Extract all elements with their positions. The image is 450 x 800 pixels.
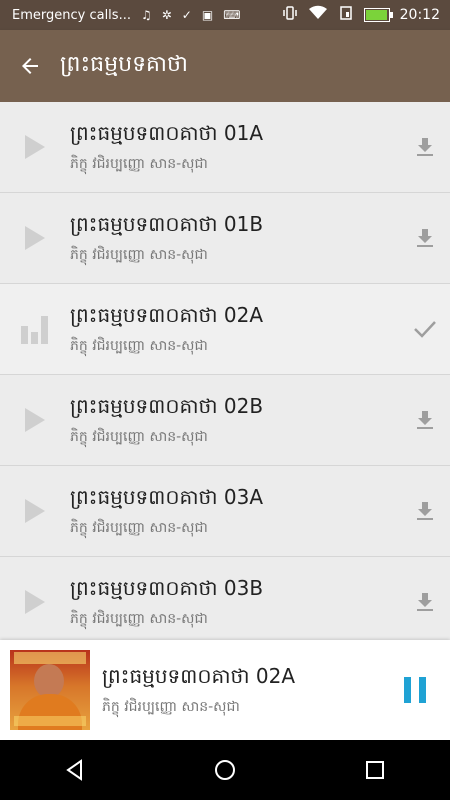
notification-text: Emergency calls... <box>12 7 131 23</box>
track-title: ព្រះធម្មបទ៣០គាថា 03B <box>70 575 264 600</box>
play-button[interactable] <box>0 224 70 252</box>
download-icon <box>417 411 433 429</box>
play-icon <box>25 226 45 250</box>
track-row[interactable]: ព្រះធម្មបទ៣០គាថា 03B ភិក្ខុ វជិរប្បញ្ញោ … <box>0 557 450 640</box>
check-icon <box>414 321 436 338</box>
track-row[interactable]: ព្រះធម្មបទ៣០គាថា 03A ភិក្ខុ វជិរប្បញ្ញោ … <box>0 466 450 557</box>
vibrate-icon <box>282 5 298 25</box>
now-playing-subtitle: ភិក្ខុ វជិរប្បញ្ញោ សាន-សុជា <box>102 698 240 715</box>
app-bar: ព្រះធម្មបទគាថា <box>0 30 450 102</box>
status-left: Emergency calls... ♫ ✲ ✓ ▣ ⌨ <box>0 8 241 23</box>
pause-icon <box>404 677 426 703</box>
nav-recents-button[interactable] <box>345 740 405 800</box>
track-title: ព្រះធម្មបទ៣០គាថា 02B <box>70 393 264 418</box>
nav-back-icon <box>66 759 82 781</box>
track-title: ព្រះធម្មបទ៣០គាថា 01B <box>70 211 264 236</box>
equalizer-indicator <box>0 314 70 344</box>
play-icon <box>25 135 45 159</box>
track-subtitle: ភិក្ខុ វជិរប្បញ្ញោ សាន-សុជា <box>70 155 208 172</box>
track-title: ព្រះធម្មបទ៣០គាថា 01A <box>70 120 264 145</box>
track-row-playing[interactable]: ព្រះធម្មបទ៣០គាថា 02A ភិក្ខុ វជិរប្បញ្ញោ … <box>0 284 450 375</box>
track-row[interactable]: ព្រះធម្មបទ៣០គាថា 02B ភិក្ខុ វជិរប្បញ្ញោ … <box>0 375 450 466</box>
play-button[interactable] <box>0 133 70 161</box>
download-icon <box>417 138 433 156</box>
track-list: ព្រះធម្មបទ៣០គាថា 01A ភិក្ខុ វជិរប្បញ្ញោ … <box>0 102 450 640</box>
download-icon <box>417 593 433 611</box>
nav-back-button[interactable] <box>45 740 105 800</box>
track-subtitle: ភិក្ខុ វជិរប្បញ្ញោ សាន-សុជា <box>70 610 208 627</box>
download-button[interactable] <box>400 136 450 158</box>
navigation-bar <box>0 740 450 800</box>
clock: 20:12 <box>399 7 440 23</box>
now-playing-bar[interactable]: ព្រះធម្មបទ៣០គាថា 02A ភិក្ខុ វជិរប្បញ្ញោ … <box>0 640 450 740</box>
wifi-icon <box>308 5 328 25</box>
album-art <box>10 650 90 730</box>
track-subtitle: ភិក្ខុ វជិរប្បញ្ញោ សាន-សុជា <box>70 246 208 263</box>
music-note-icon: ♫ <box>140 8 152 22</box>
download-icon <box>417 229 433 247</box>
track-row[interactable]: ព្រះធម្មបទ៣០គាថា 01A ភិក្ខុ វជិរប្បញ្ញោ … <box>0 102 450 193</box>
nav-home-button[interactable] <box>195 740 255 800</box>
track-row[interactable]: ព្រះធម្មបទ៣០គាថា 01B ភិក្ខុ វជិរប្បញ្ញោ … <box>0 193 450 284</box>
nav-recents-icon <box>366 761 384 779</box>
play-icon <box>25 499 45 523</box>
page-title: ព្រះធម្មបទគាថា <box>60 52 188 77</box>
track-subtitle: ភិក្ខុ វជិរប្បញ្ញោ សាន-សុជា <box>70 337 208 354</box>
pause-button[interactable] <box>380 640 450 740</box>
play-icon <box>25 590 45 614</box>
download-button[interactable] <box>400 227 450 249</box>
keyboard-icon: ⌨ <box>223 8 241 22</box>
nav-home-icon <box>215 760 235 780</box>
sim-icon <box>338 5 354 25</box>
arrow-left-icon <box>22 58 38 74</box>
track-subtitle: ភិក្ខុ វជិរប្បញ្ញោ សាន-សុជា <box>70 519 208 536</box>
back-button[interactable] <box>0 30 60 102</box>
download-button[interactable] <box>400 500 450 522</box>
downloaded-indicator <box>400 319 450 339</box>
play-button[interactable] <box>0 497 70 525</box>
status-bar: Emergency calls... ♫ ✲ ✓ ▣ ⌨ 20:12 <box>0 0 450 30</box>
status-right: 20:12 <box>282 5 450 25</box>
clipboard-check-icon: ✓ <box>181 8 192 22</box>
play-icon <box>25 408 45 432</box>
track-subtitle: ភិក្ខុ វជិរប្បញ្ញោ សាន-សុជា <box>70 428 208 445</box>
android-icon: ✲ <box>161 8 172 22</box>
play-button[interactable] <box>0 406 70 434</box>
battery-icon <box>363 8 393 22</box>
download-button[interactable] <box>400 591 450 613</box>
download-button[interactable] <box>400 409 450 431</box>
image-icon: ▣ <box>201 8 214 22</box>
download-icon <box>417 502 433 520</box>
track-title: ព្រះធម្មបទ៣០គាថា 02A <box>70 302 264 327</box>
track-title: ព្រះធម្មបទ៣០គាថា 03A <box>70 484 264 509</box>
now-playing-title: ព្រះធម្មបទ៣០គាថា 02A <box>102 663 296 688</box>
play-button[interactable] <box>0 588 70 616</box>
equalizer-icon <box>21 316 48 344</box>
